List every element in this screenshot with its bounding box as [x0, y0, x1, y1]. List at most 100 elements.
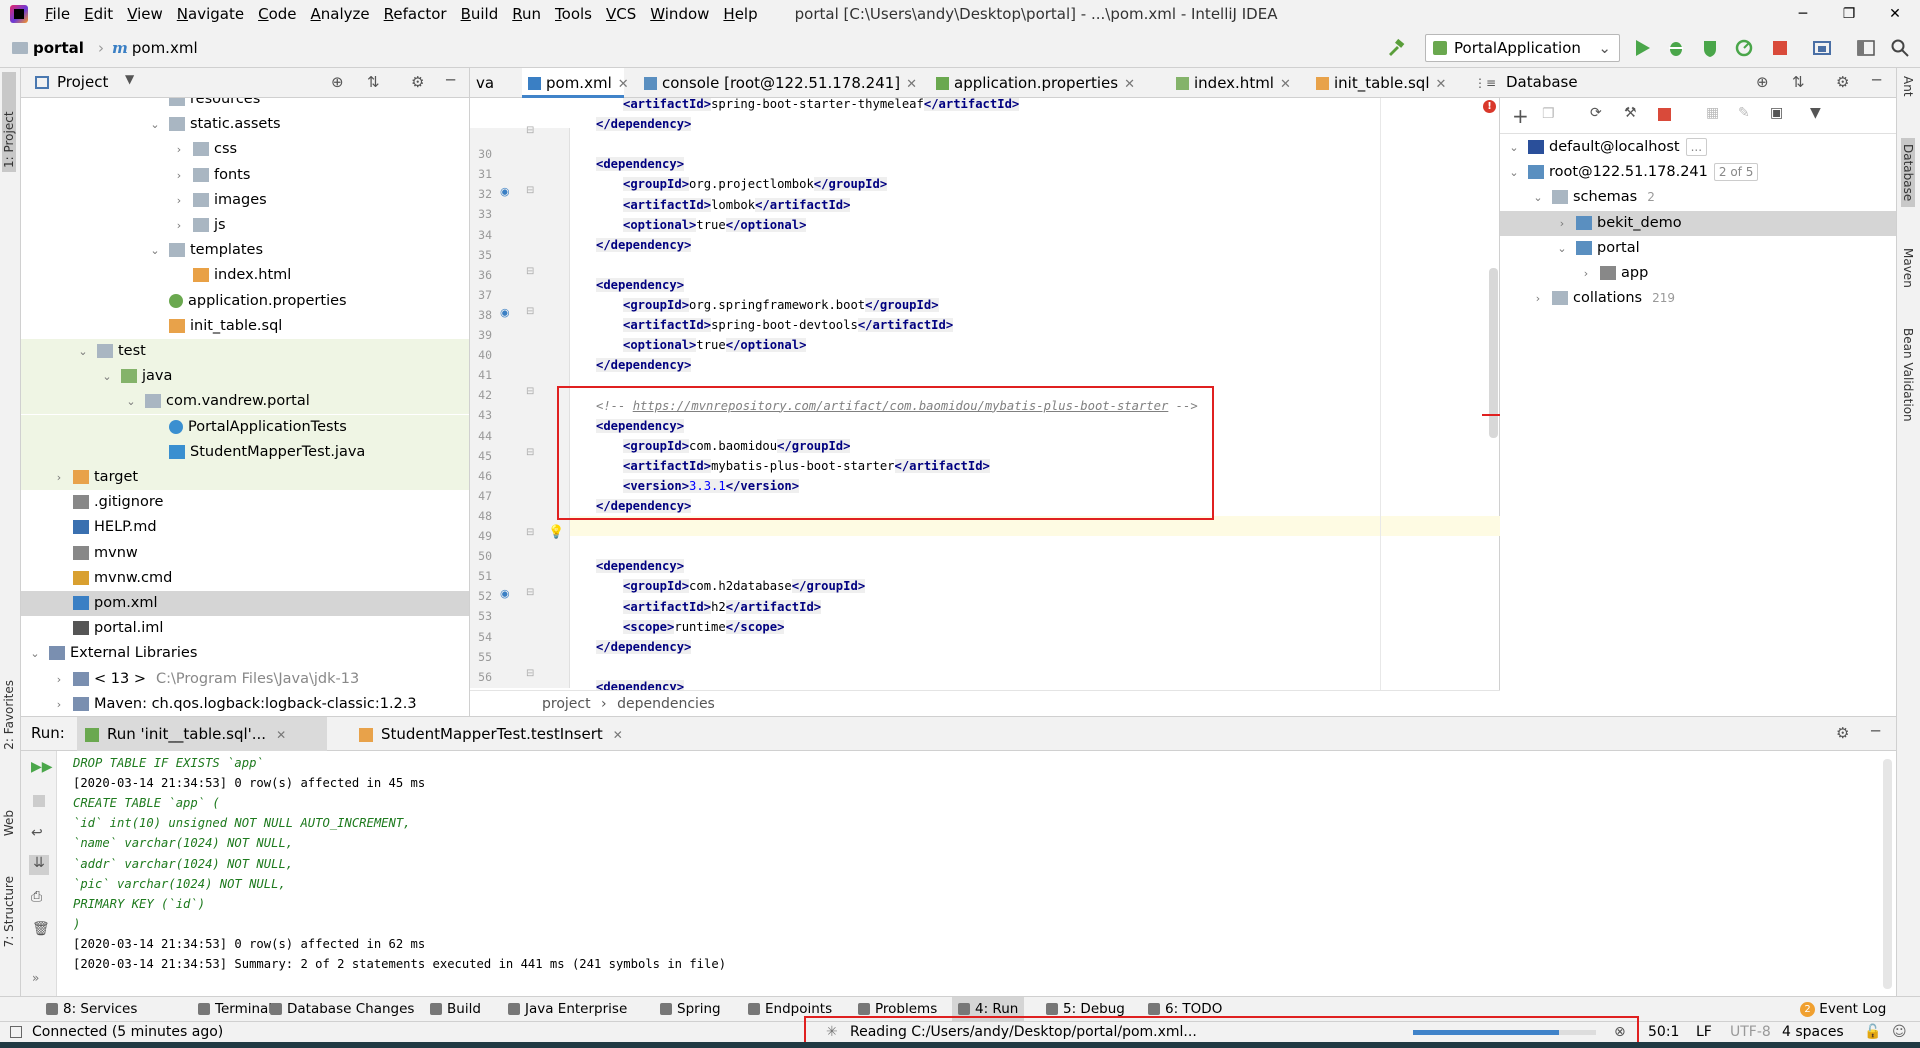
- chevron-down-icon[interactable]: ⌄: [29, 641, 41, 666]
- editor-tab[interactable]: pom.xml ✕: [522, 68, 629, 98]
- tree-item[interactable]: ⌄ java: [21, 364, 469, 390]
- bean-validation-tool-tab[interactable]: Bean Validation: [1901, 328, 1915, 422]
- tree-item[interactable]: › images: [21, 188, 469, 213]
- db-tools-icon[interactable]: ⚒: [1624, 105, 1637, 121]
- db-tree-item[interactable]: › bekit_demo: [1500, 210, 1896, 236]
- tree-item[interactable]: application.properties: [21, 289, 469, 314]
- tree-item[interactable]: › css: [21, 137, 469, 162]
- menu-navigate[interactable]: Navigate: [170, 5, 251, 23]
- run-tab[interactable]: StudentMapperTest.testInsert ✕: [351, 717, 623, 751]
- project-tool-tab[interactable]: 1: Project: [2, 72, 16, 172]
- inspector-icon[interactable]: ☺: [1892, 1022, 1907, 1043]
- tree-item[interactable]: PortalApplicationTests: [21, 414, 469, 440]
- chevron-right-icon[interactable]: ›: [53, 692, 65, 716]
- fold-icon[interactable]: ⊟: [526, 125, 534, 136]
- ant-tool-tab[interactable]: Ant: [1901, 76, 1915, 97]
- toggle-layout-icon[interactable]: [1856, 38, 1876, 58]
- settings-gear-icon[interactable]: ⚙: [1836, 724, 1849, 742]
- cancel-task-icon[interactable]: ⊗: [1614, 1022, 1626, 1043]
- close-tab-icon[interactable]: ✕: [618, 77, 629, 92]
- close-tab-icon[interactable]: ✕: [906, 77, 917, 92]
- chevron-down-icon[interactable]: ⌄: [77, 339, 89, 364]
- minimize-button[interactable]: ─: [1780, 0, 1826, 28]
- chevron-down-icon[interactable]: ⌄: [1508, 135, 1520, 160]
- menu-code[interactable]: Code: [251, 5, 303, 23]
- close-tab-icon[interactable]: ✕: [1124, 77, 1135, 92]
- tool-window-button[interactable]: Build: [424, 997, 487, 1022]
- tree-item[interactable]: › fonts: [21, 163, 469, 188]
- copy-icon[interactable]: ❐: [1542, 106, 1555, 122]
- sql-console-icon[interactable]: ▣: [1770, 105, 1783, 121]
- menu-help[interactable]: Help: [716, 5, 764, 23]
- tree-item[interactable]: › Maven: ch.qos.logback:logback-classic:1…: [21, 692, 469, 716]
- locate-icon[interactable]: ⊕: [1756, 73, 1769, 91]
- tool-window-button[interactable]: 8: Services: [40, 997, 143, 1022]
- tool-window-button[interactable]: Java Enterprise: [502, 997, 633, 1022]
- db-tree-item[interactable]: ⌄ portal: [1500, 236, 1896, 261]
- error-indicator-icon[interactable]: !: [1483, 100, 1496, 113]
- tree-item[interactable]: ⌄ static.assets: [21, 112, 469, 137]
- tree-item[interactable]: › target: [21, 465, 469, 490]
- indent-setting[interactable]: 4 spaces: [1782, 1022, 1844, 1043]
- chevron-right-icon[interactable]: ›: [1556, 211, 1568, 236]
- run-with-coverage-icon[interactable]: [1700, 38, 1720, 58]
- menu-file[interactable]: File: [38, 5, 77, 23]
- filter-icon[interactable]: ▼: [1810, 105, 1821, 121]
- close-tab-icon[interactable]: ✕: [613, 728, 623, 742]
- maven-tool-tab[interactable]: Maven: [1901, 248, 1915, 288]
- fold-icon[interactable]: ⊟: [526, 306, 534, 317]
- breadcrumb-file[interactable]: › m pom.xml: [98, 39, 198, 57]
- build-hammer-icon[interactable]: [1386, 38, 1406, 58]
- intention-bulb-icon[interactable]: 💡: [548, 525, 564, 540]
- tree-item[interactable]: HELP.md: [21, 515, 469, 540]
- tree-item[interactable]: › < 13 > C:\Program Files\Java\jdk-13: [21, 667, 469, 692]
- tool-window-button[interactable]: Database Changes: [264, 997, 420, 1022]
- refresh-icon[interactable]: ⟳: [1590, 105, 1602, 121]
- chevron-right-icon[interactable]: ›: [173, 188, 185, 213]
- file-encoding[interactable]: UTF-8: [1730, 1022, 1771, 1043]
- hide-panel-icon[interactable]: ─: [1872, 71, 1881, 89]
- disconnect-icon[interactable]: [1658, 108, 1671, 121]
- table-view-icon[interactable]: ▦: [1706, 105, 1719, 121]
- fold-icon[interactable]: ⊟: [526, 386, 534, 397]
- chevron-right-icon[interactable]: ›: [173, 213, 185, 238]
- db-tree-item[interactable]: › collations 219: [1500, 286, 1896, 311]
- menu-analyze[interactable]: Analyze: [304, 5, 377, 23]
- console-output[interactable]: DROP TABLE IF EXISTS `app` [2020-03-14 21…: [21, 751, 1876, 997]
- menu-tools[interactable]: Tools: [548, 5, 599, 23]
- settings-gear-icon[interactable]: ⚙: [411, 73, 424, 91]
- event-log-button[interactable]: 2 Event Log: [1800, 997, 1886, 1022]
- line-separator[interactable]: LF: [1696, 1022, 1712, 1043]
- code-area[interactable]: ⊟ 30 31 32 ◉ ⊟ 33 34 35 36 ⊟ 37 38 ◉ ⊟ 39 40 41 42 ⊟ 43 44 45 ⊟…: [470, 98, 1500, 690]
- tree-item[interactable]: init_table.sql: [21, 314, 469, 339]
- chevron-right-icon[interactable]: ›: [53, 667, 65, 692]
- fold-icon[interactable]: ⊟: [526, 587, 534, 598]
- dependency-gutter-icon[interactable]: ◉: [500, 306, 510, 319]
- tool-window-button[interactable]: Spring: [654, 997, 727, 1022]
- tree-item[interactable]: portal.iml: [21, 616, 469, 641]
- run-icon[interactable]: [1632, 38, 1652, 58]
- add-icon[interactable]: +: [1512, 104, 1529, 128]
- dependency-gutter-icon[interactable]: ◉: [500, 185, 510, 198]
- db-tree-item[interactable]: › app: [1500, 261, 1896, 286]
- breadcrumb-dependencies-node[interactable]: dependencies: [617, 696, 715, 712]
- tree-item[interactable]: mvnw.cmd: [21, 566, 469, 591]
- tab-overflow-icon[interactable]: ⋮≡: [1474, 68, 1496, 98]
- collapse-all-icon[interactable]: ⇅: [367, 73, 380, 91]
- tree-item[interactable]: ⌄ templates: [21, 238, 469, 263]
- vertical-scrollbar[interactable]: [1489, 268, 1498, 438]
- locate-file-icon[interactable]: ⊕: [331, 73, 344, 91]
- menu-vcs[interactable]: VCS: [599, 5, 643, 23]
- chevron-down-icon[interactable]: ⌄: [1556, 236, 1568, 261]
- search-icon[interactable]: [1890, 38, 1910, 58]
- tree-item[interactable]: ⌄ com.vandrew.portal: [21, 389, 469, 415]
- close-tab-icon[interactable]: ✕: [276, 728, 286, 742]
- lock-icon[interactable]: 🔓: [1864, 1022, 1881, 1043]
- breadcrumb-project-node[interactable]: project: [542, 696, 591, 712]
- tree-item[interactable]: index.html: [21, 263, 469, 288]
- editor-tab[interactable]: va: [470, 68, 504, 98]
- menu-refactor[interactable]: Refactor: [377, 5, 454, 23]
- run-configuration-select[interactable]: PortalApplication ⌄: [1425, 34, 1620, 62]
- structure-tool-tab[interactable]: 7: Structure: [2, 876, 16, 947]
- hide-panel-icon[interactable]: ─: [1871, 722, 1880, 740]
